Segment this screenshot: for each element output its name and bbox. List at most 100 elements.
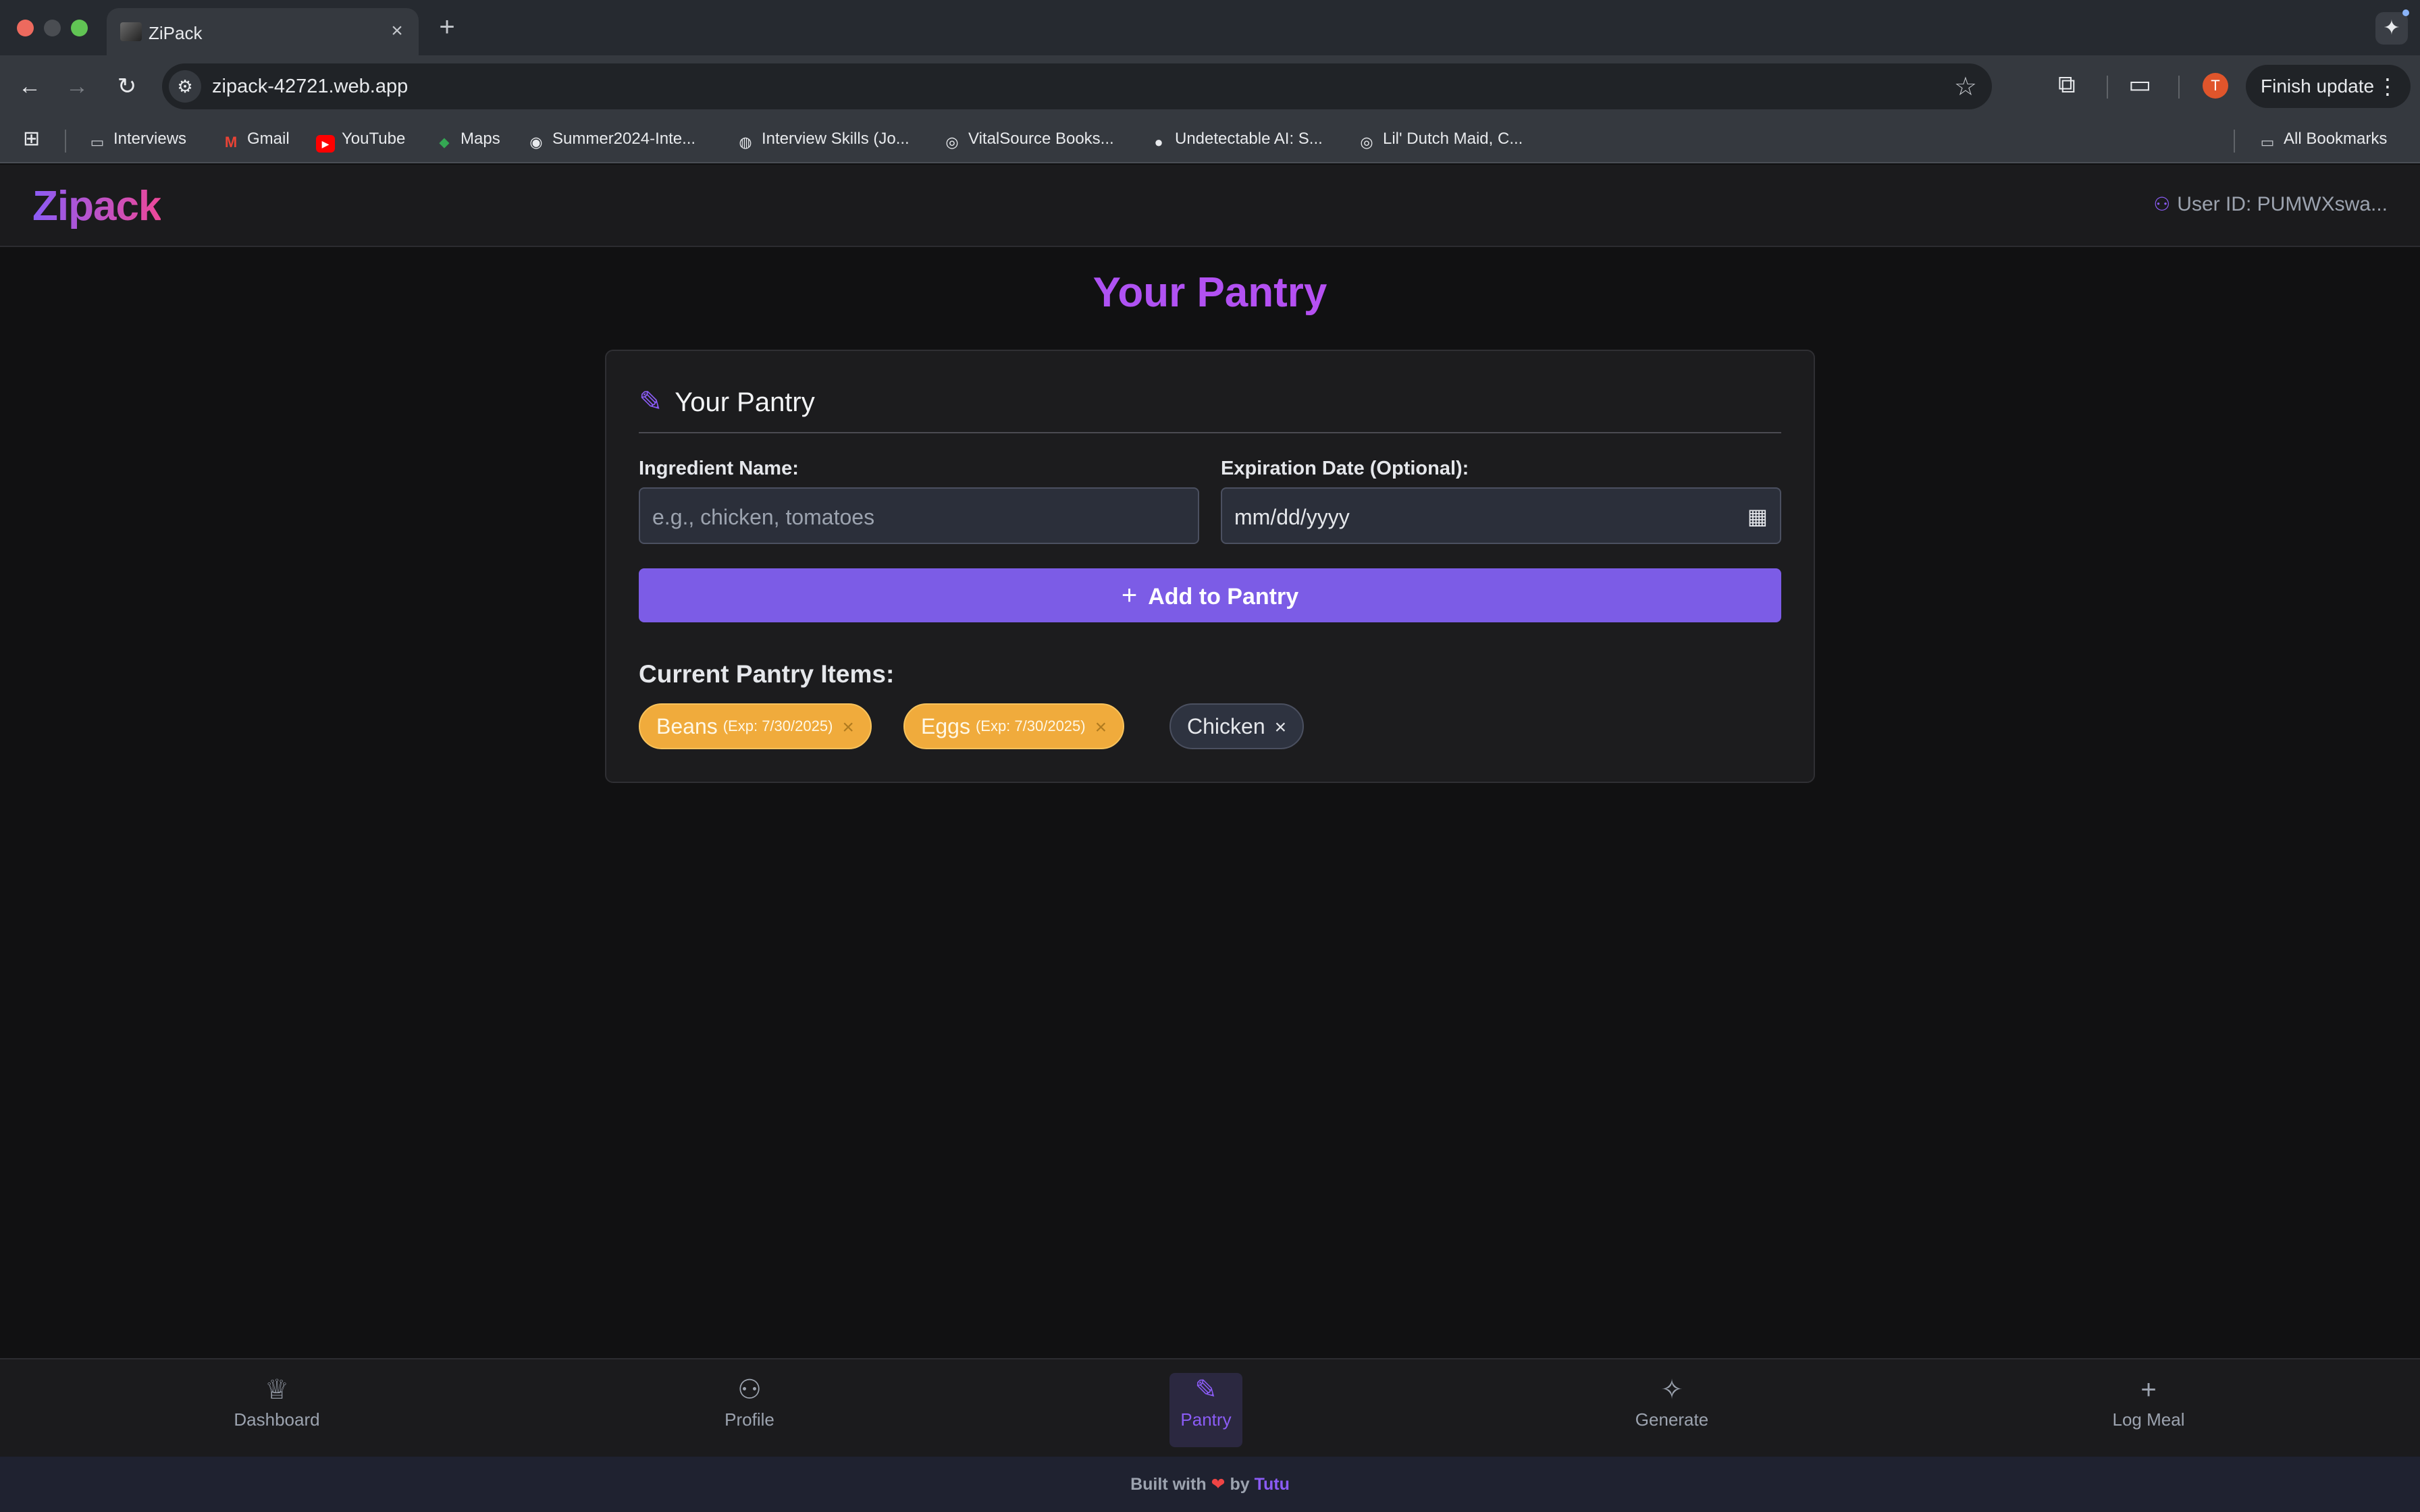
browser-tab[interactable]: ZiPack × <box>107 8 419 55</box>
bookmark-label: Interviews <box>113 130 187 148</box>
bookmark-label: Maps <box>461 130 500 148</box>
heart-icon: ❤ <box>1211 1475 1226 1494</box>
folder-icon: ▭ <box>90 134 105 151</box>
bookmark-item[interactable]: ◎ VitalSource Books... <box>943 130 1114 151</box>
apps-grid-icon[interactable]: ⊞ <box>23 127 40 151</box>
tab-title: ZiPack <box>149 23 203 43</box>
youtube-icon: ▶ <box>316 135 335 153</box>
bookmark-item[interactable]: ▭ Interviews <box>88 130 186 151</box>
more-menu-icon[interactable]: ⋮ <box>2377 65 2398 108</box>
nav-label: Generate <box>1635 1409 1709 1430</box>
pantry-item-chip: Eggs (Exp: 7/30/2025) × <box>903 703 1125 749</box>
chef-hat-icon: ♕ <box>265 1375 289 1405</box>
footer: Built with ❤ by Tutu <box>0 1457 2420 1512</box>
back-icon[interactable]: ← <box>12 69 47 104</box>
toolbar-divider <box>2178 76 2180 99</box>
nav-log-meal[interactable]: + Log Meal <box>2081 1373 2216 1447</box>
bookmark-label: YouTube <box>342 130 406 148</box>
site-icon: ● <box>1154 134 1163 151</box>
page-title: Your Pantry <box>0 269 2420 317</box>
bookmark-label: Lil' Dutch Maid, C... <box>1383 130 1523 148</box>
bookmarks-divider <box>65 130 66 153</box>
bookmark-item[interactable]: ▶ YouTube <box>316 130 405 153</box>
profile-avatar[interactable]: T <box>2203 73 2228 99</box>
bookmark-item[interactable]: ● Undetectable AI: S... <box>1149 130 1323 151</box>
maps-icon: ⬥ <box>439 134 450 151</box>
site-info-icon[interactable]: ⚙ <box>169 70 201 103</box>
item-name: Eggs <box>921 714 970 738</box>
app-header: Zipack ⚇ User ID: PUMWXswa... <box>0 165 2420 247</box>
remove-item-icon[interactable]: × <box>1095 716 1107 738</box>
divider <box>639 432 1781 433</box>
plus-icon: + <box>2140 1375 2157 1405</box>
reload-icon[interactable]: ↻ <box>109 69 144 104</box>
new-tab-button[interactable]: + <box>432 12 462 42</box>
gemini-icon[interactable]: ✦ <box>2375 12 2408 45</box>
bookmark-item[interactable]: ◎ Lil' Dutch Maid, C... <box>1357 130 1523 151</box>
ingredient-name-input[interactable]: e.g., chicken, tomatoes <box>639 487 1199 544</box>
bookmark-item[interactable]: ◉ Summer2024-Inte... <box>527 130 695 151</box>
footer-by: by <box>1230 1475 1250 1494</box>
nav-label: Pantry <box>1180 1409 1232 1430</box>
tab-search-icon[interactable]: ▭ <box>2128 70 2151 99</box>
user-icon: ⚇ <box>2153 194 2171 215</box>
globe-icon: ◎ <box>945 134 959 151</box>
item-name: Beans <box>656 714 718 738</box>
pantry-card: ✎ Your Pantry Ingredient Name: e.g., chic… <box>605 350 1815 783</box>
address-bar[interactable]: ⚙ zipack-42721.web.app ☆ <box>162 63 1992 109</box>
expiration-label: Expiration Date (Optional): <box>1221 458 1469 479</box>
window-zoom-button[interactable] <box>71 20 88 36</box>
bookmarks-bar: ⊞ ▭ Interviews M Gmail ▶ YouTube ⬥ Maps ◉ Sum… <box>0 117 2420 163</box>
tab-favicon-icon <box>120 22 142 41</box>
nav-dashboard[interactable]: ♕ Dashboard <box>209 1373 344 1447</box>
sparkles-icon: ✧ <box>1660 1375 1683 1405</box>
nav-label: Profile <box>725 1409 774 1430</box>
expiration-date-input[interactable]: mm/dd/yyyy ▦ <box>1221 487 1781 544</box>
bookmark-item[interactable]: M Gmail <box>221 130 290 151</box>
card-title-text: Your Pantry <box>675 387 815 417</box>
nav-generate[interactable]: ✧ Generate <box>1604 1373 1739 1447</box>
url-text[interactable]: zipack-42721.web.app <box>212 76 408 98</box>
nav-pantry[interactable]: ✎ Pantry <box>1169 1373 1242 1447</box>
current-items-heading: Current Pantry Items: <box>639 660 895 688</box>
forward-icon[interactable]: → <box>59 69 95 104</box>
bookmark-item[interactable]: ◍ Interview Skills (Jo... <box>736 130 909 151</box>
close-tab-icon[interactable]: × <box>385 19 409 43</box>
bookmark-label: Undetectable AI: S... <box>1175 130 1323 148</box>
remove-item-icon[interactable]: × <box>842 716 854 738</box>
window-minimize-button[interactable] <box>44 20 61 36</box>
nav-label: Log Meal <box>2112 1409 2185 1430</box>
carrot-icon: ✎ <box>1194 1375 1217 1405</box>
carrot-icon: ✎ <box>639 385 663 417</box>
remove-item-icon[interactable]: × <box>1275 716 1287 738</box>
footer-author-link[interactable]: Tutu <box>1255 1475 1290 1494</box>
calendar-icon[interactable]: ▦ <box>1747 504 1768 529</box>
nav-profile[interactable]: ⚇ Profile <box>682 1373 817 1447</box>
site-icon: ◍ <box>739 134 752 151</box>
ingredient-placeholder: e.g., chicken, tomatoes <box>652 505 875 529</box>
plus-icon: + <box>1121 580 1138 610</box>
browser-tabstrip: ZiPack × + ✦ <box>0 0 2420 55</box>
expiration-placeholder: mm/dd/yyyy <box>1234 505 1350 529</box>
bookmark-label: Gmail <box>247 130 290 148</box>
bookmark-star-icon[interactable]: ☆ <box>1954 72 1977 102</box>
user-id-display: ⚇ User ID: PUMWXswa... <box>2153 193 2388 216</box>
item-name: Chicken <box>1187 714 1265 738</box>
add-to-pantry-button[interactable]: + Add to Pantry <box>639 568 1781 622</box>
finish-update-button[interactable]: Finish update ⋮ <box>2246 65 2411 108</box>
brand-logo[interactable]: Zipack <box>32 182 161 230</box>
bookmark-item[interactable]: ⬥ Maps <box>435 130 500 151</box>
all-bookmarks-button[interactable]: ▭ All Bookmarks <box>2258 130 2388 151</box>
bottom-nav: ♕ Dashboard ⚇ Profile ✎ Pantry ✧ Generat… <box>0 1358 2420 1457</box>
finish-update-label: Finish update <box>2261 76 2375 97</box>
all-bookmarks-label: All Bookmarks <box>2284 130 2388 148</box>
nav-label: Dashboard <box>234 1409 320 1430</box>
footer-prefix: Built with <box>1130 1475 1207 1494</box>
pantry-item-chip: Chicken × <box>1169 703 1305 749</box>
extensions-icon[interactable]: ⧉ <box>2058 70 2076 99</box>
bookmarks-divider <box>2234 130 2235 153</box>
github-icon: ◉ <box>529 134 543 151</box>
window-close-button[interactable] <box>17 20 34 36</box>
bookmark-label: VitalSource Books... <box>968 130 1114 148</box>
ingredient-label: Ingredient Name: <box>639 458 799 479</box>
